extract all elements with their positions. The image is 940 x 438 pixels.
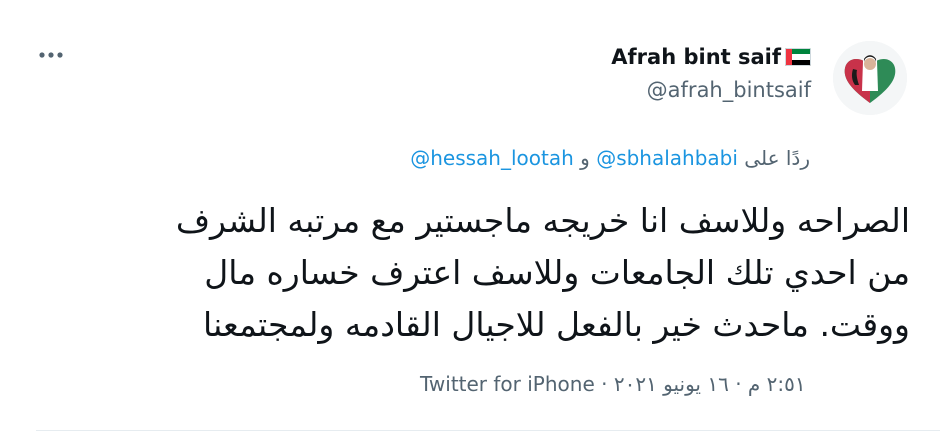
tweet-timestamp[interactable]: ٢:٥١ م · ١٦ يونيو ٢٠٢١ [614, 372, 806, 396]
more-options-button[interactable] [36, 40, 66, 70]
tweet-text-line: من احدي تلك الجامعات وللاسف اعترف خساره … [204, 253, 910, 292]
replying-to-line: ردًا على @sbhalahbabi و @hessah_lootah [410, 146, 810, 170]
avatar[interactable] [833, 41, 907, 115]
replying-to-label: ردًا على [744, 146, 810, 170]
mention-hessah-lootah[interactable]: @hessah_lootah [410, 146, 574, 170]
more-horizontal-icon [39, 52, 63, 58]
tweet-meta: Twitter for iPhone · ٢:٥١ م · ١٦ يونيو ٢… [420, 372, 806, 396]
tweet-card: Afrah bint saif @afrah_bintsaif ردًا على… [0, 0, 940, 438]
tweet-text-line: الصراحه وللاسف انا خريجه ماجستير مع مرتب… [175, 201, 910, 240]
tweet-text: الصراحه وللاسف انا خريجه ماجستير مع مرتب… [30, 195, 910, 351]
meta-separator: · [601, 372, 608, 396]
display-name[interactable]: Afrah bint saif [611, 45, 781, 69]
author-handle[interactable]: @afrah_bintsaif [611, 78, 811, 102]
reply-conjunction: و [580, 146, 590, 170]
mention-sbhalahbabi[interactable]: @sbhalahbabi [596, 146, 738, 170]
uae-flag-icon [785, 48, 811, 66]
author-block[interactable]: Afrah bint saif @afrah_bintsaif [611, 42, 811, 102]
heart-avatar-image [833, 41, 907, 115]
display-name-row: Afrah bint saif [611, 42, 811, 72]
divider [36, 430, 940, 431]
tweet-source-link[interactable]: Twitter for iPhone [420, 372, 595, 396]
tweet-text-line: ووقت. ماحدث خير بالفعل للاجيال القادمه و… [203, 305, 910, 344]
